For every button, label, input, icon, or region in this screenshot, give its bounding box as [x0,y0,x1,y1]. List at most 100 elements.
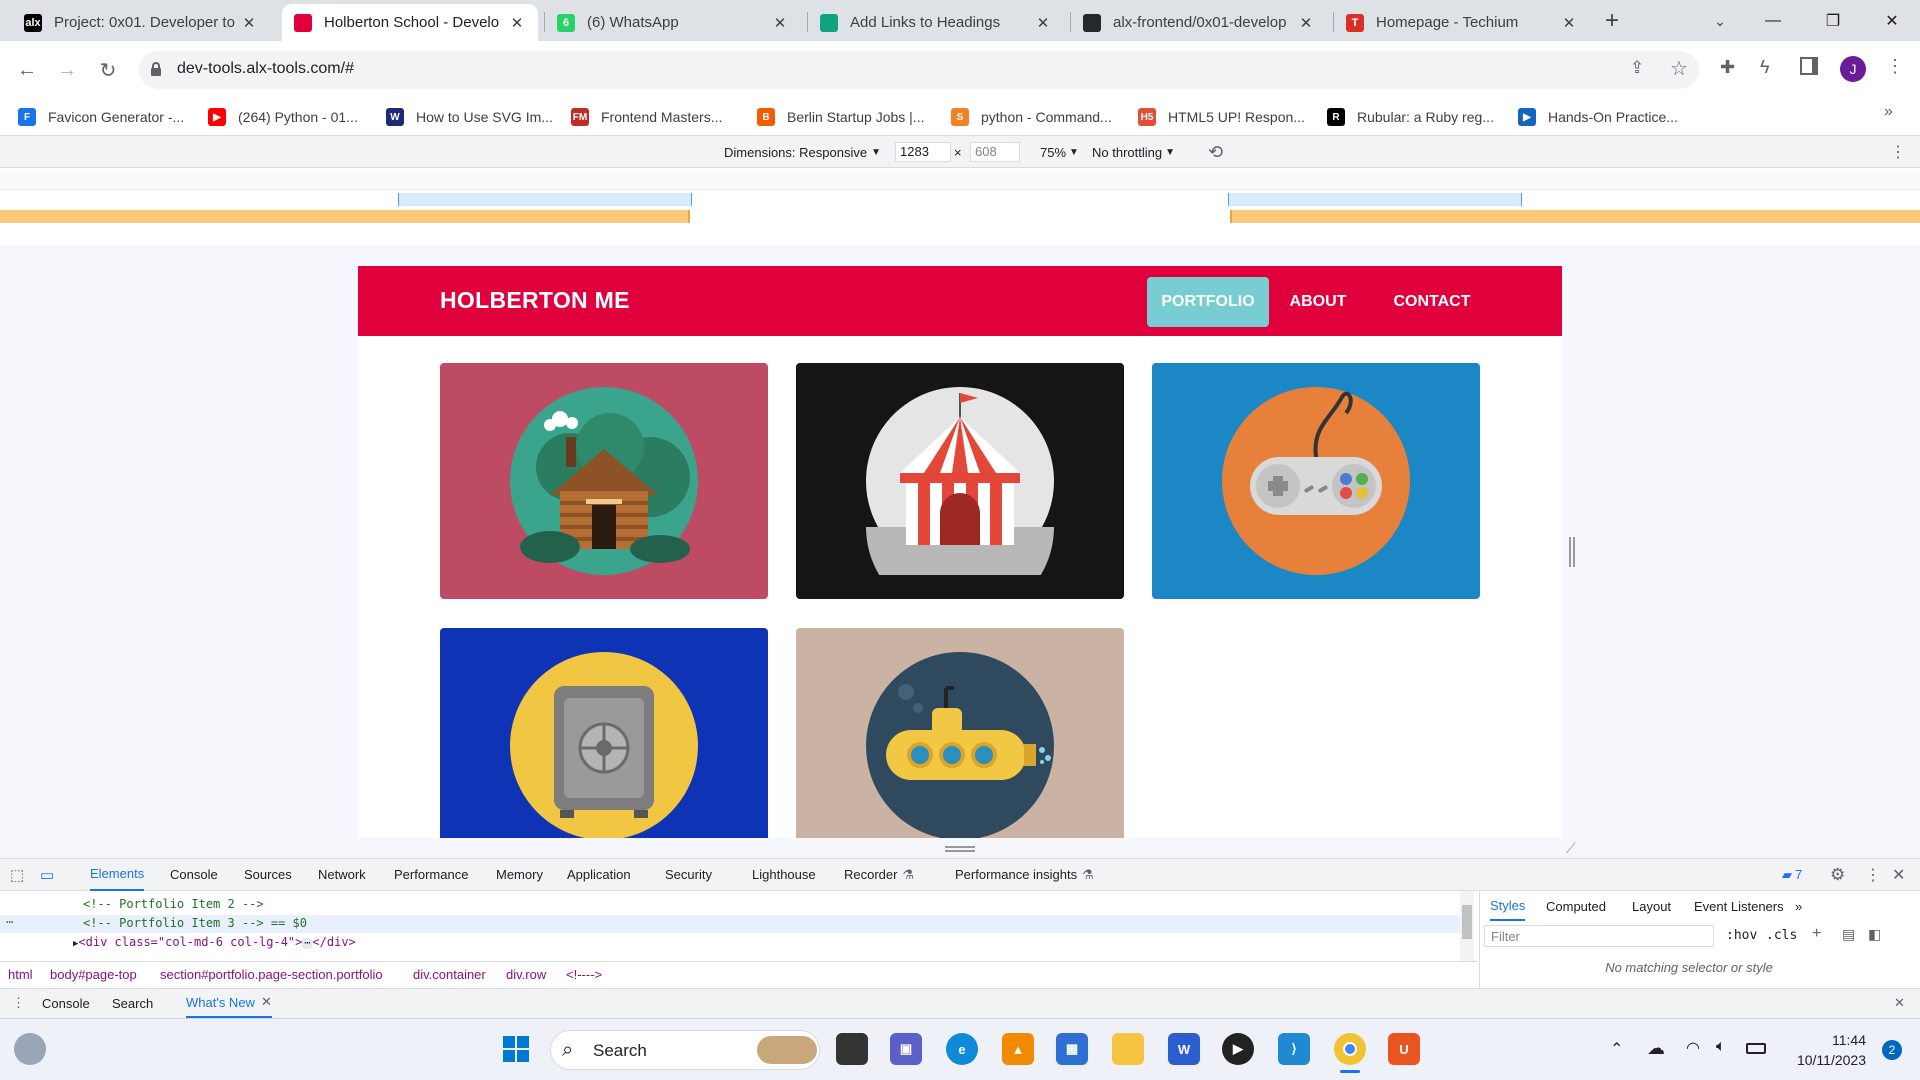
max-width-bar-right[interactable] [1230,210,1920,223]
tab-holberton[interactable]: Holberton School - Develo ✕ [282,4,538,41]
bookmark-hands-on[interactable]: ▶ Hands-On Practice... [1518,103,1678,131]
element-state-icon[interactable]: ▤ [1842,926,1855,943]
issues-badge[interactable]: ▰ 7 [1782,858,1802,891]
bookmark-frontend-masters[interactable]: FM Frontend Masters... [571,103,722,131]
clock-time[interactable]: 11:44 [1776,1032,1866,1048]
styles-filter-input[interactable]: Filter [1484,925,1714,947]
edge-icon[interactable]: e [946,1033,978,1065]
more-tabs-icon[interactable]: » [1795,891,1802,921]
computed-sidebar-icon[interactable]: ◧ [1868,926,1881,943]
drawer-tab-console[interactable]: Console [42,988,90,1018]
devtools-menu-icon[interactable]: ⋮ [1865,858,1881,891]
store-icon[interactable]: ▦ [1056,1033,1088,1065]
clock-date[interactable]: 10/11/2023 [1776,1052,1866,1068]
drawer-menu-icon[interactable]: ⋮ [12,988,25,1018]
more-bookmarks-icon[interactable]: » [1884,103,1893,121]
tab-techium[interactable]: T Homepage - Techium ✕ [1334,4,1590,41]
tree-scrollbar-thumb[interactable] [1462,905,1472,939]
devtools-tab-performance[interactable]: Performance [394,858,468,891]
portfolio-item-submarine[interactable] [796,628,1124,838]
portfolio-item-game[interactable] [1152,363,1480,599]
maximize-button[interactable]: ❐ [1805,0,1861,41]
close-window-button[interactable]: ✕ [1864,0,1920,41]
devtools-tab-security[interactable]: Security [665,858,712,891]
dimensions-dropdown[interactable]: Dimensions: Responsive ▼ [724,136,881,168]
drawer-tab-what-s-new[interactable]: What's New ✕ [186,988,272,1018]
extension-bolt-icon[interactable]: ϟ [1760,57,1770,78]
media-player-icon[interactable]: ▶ [1222,1033,1254,1065]
forward-button[interactable]: → [52,55,82,85]
tab-search-icon[interactable]: ⌄ [1705,6,1735,36]
tab-github[interactable]: alx-frontend/0x01-develop ✕ [1071,4,1327,41]
bookmark-svg-site[interactable]: W How to Use SVG Im... [386,103,553,131]
styles-tab-event-listeners[interactable]: Event Listeners [1694,891,1784,921]
throttling-dropdown[interactable]: No throttling ▼ [1092,136,1175,168]
devtools-tab-lighthouse[interactable]: Lighthouse [752,858,816,891]
close-tab-icon[interactable]: ✕ [240,14,258,32]
styles-tab-styles[interactable]: Styles [1490,891,1526,921]
zoom-dropdown[interactable]: 75% ▼ [1040,136,1079,168]
wps-icon[interactable]: W [1168,1033,1200,1065]
portfolio-item-safe[interactable] [440,628,768,838]
bookmark-html5up[interactable]: H5 HTML5 UP! Respon... [1138,103,1305,131]
code-comment-item-3[interactable]: <!-- Portfolio Item 3 --> == $0 [83,916,307,930]
devtools-tab-elements[interactable]: Elements [90,858,145,891]
bookmark-stackoverflow[interactable]: Spython - Command... [951,103,1112,131]
reload-button[interactable]: ↻ [93,55,123,85]
task-view-icon[interactable] [836,1033,868,1065]
back-button[interactable]: ← [12,55,42,85]
minimize-button[interactable]: — [1745,0,1801,41]
chrome-icon[interactable] [1334,1033,1366,1065]
extensions-icon[interactable]: ✚ [1720,57,1735,78]
bookmark-youtube[interactable]: ▶ (264) Python - 01... [208,103,358,131]
devtools-tab-recorder[interactable]: Recorder ⚗ [844,858,914,891]
device-toolbar-menu-icon[interactable]: ⋮ [1890,136,1906,168]
device-toggle-icon[interactable]: ▭ [40,858,54,891]
code-comment-item-2[interactable]: <!-- Portfolio Item 2 --> [83,897,264,911]
nav-contact[interactable]: CONTACT [1384,277,1480,327]
breadcrumb-item[interactable]: section#portfolio.page-section.portfolio [160,961,383,988]
new-tab-button[interactable]: + [1597,6,1627,36]
teams-icon[interactable]: ▣ [890,1033,922,1065]
devtools-tab-application[interactable]: Application [567,858,631,891]
devtools-tab-performance-insights[interactable]: Performance insights ⚗ [955,858,1094,891]
start-button[interactable] [500,1033,532,1065]
styles-tab-computed[interactable]: Computed [1546,891,1606,921]
vscode-icon[interactable]: ⟩ [1278,1033,1310,1065]
bookmark-star-icon[interactable]: ☆ [1670,56,1688,81]
styles-tab-layout[interactable]: Layout [1632,891,1671,921]
devtools-tab-sources[interactable]: Sources [244,858,292,891]
tab-chatgpt[interactable]: Add Links to Headings ✕ [808,4,1064,41]
site-brand[interactable]: HOLBERTON ME [440,287,630,314]
viewport-bottom-resize-handle[interactable] [945,846,975,852]
share-icon[interactable]: ⇪ [1630,58,1644,78]
new-style-rule-icon[interactable]: + [1812,925,1821,943]
drawer-tab-search[interactable]: Search [112,988,153,1018]
notification-badge[interactable]: 2 [1882,1040,1902,1060]
side-panel-icon[interactable] [1800,57,1818,75]
devtools-tab-memory[interactable]: Memory [496,858,543,891]
tab-whatsapp[interactable]: 6 (6) WhatsApp ✕ [545,4,801,41]
battery-icon[interactable] [1746,1043,1766,1054]
tab-alx[interactable]: alx Project: 0x01. Developer to ✕ [12,4,270,41]
close-devtools-icon[interactable]: ✕ [1892,858,1905,891]
min-width-bar-right[interactable] [1228,193,1522,206]
portfolio-item-cabin[interactable] [440,363,768,599]
omnibox[interactable] [139,51,1699,89]
breadcrumb-item[interactable]: div.container [413,961,486,988]
weather-icon[interactable] [14,1033,46,1065]
portfolio-item-circus[interactable] [796,363,1124,599]
max-width-bar-left[interactable] [0,210,690,223]
wifi-icon[interactable]: ◠ [1686,1038,1700,1058]
devtools-tab-network[interactable]: Network [318,858,366,891]
breadcrumb-item[interactable]: body#page-top [50,961,137,988]
inspect-element-icon[interactable]: ⬚ [10,858,24,891]
close-drawer-icon[interactable]: ✕ [1894,988,1905,1018]
devtools-tab-console[interactable]: Console [170,858,218,891]
min-width-bar-left[interactable] [398,193,692,206]
breadcrumb-item[interactable]: html [8,961,33,988]
close-whats-new-icon[interactable]: ✕ [261,994,272,1010]
bookmark-berlin-startup-jobs[interactable]: B Berlin Startup Jobs |... [757,103,924,131]
show-hidden-icons[interactable]: ⌃ [1610,1039,1623,1059]
code-div-open[interactable]: ▶<div class="col-md-6 col-lg-4"> ⋯ </div> [73,935,356,949]
